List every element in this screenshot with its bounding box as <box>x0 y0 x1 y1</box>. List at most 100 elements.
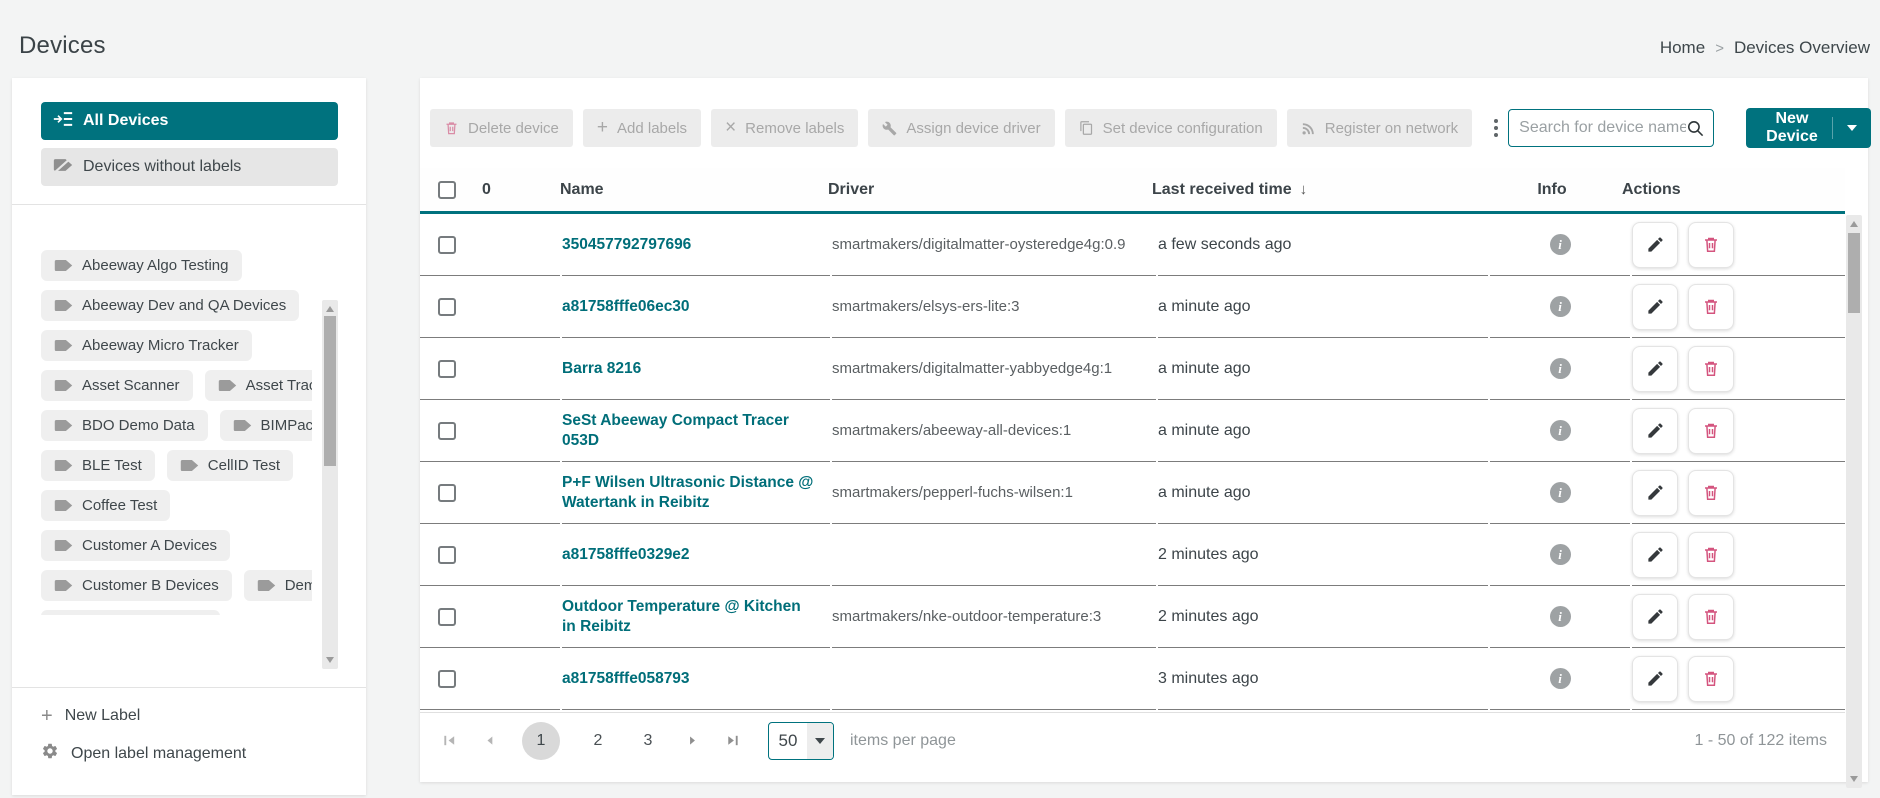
row-checkbox[interactable] <box>438 484 456 502</box>
delete-device-row-button[interactable] <box>1688 470 1734 516</box>
column-header-driver[interactable]: Driver <box>828 181 874 199</box>
info-icon[interactable]: i <box>1550 606 1571 627</box>
new-label-button[interactable]: + New Label <box>41 706 366 726</box>
delete-device-label: Delete device <box>468 120 559 137</box>
label-chip[interactable]: Abeeway Algo Testing <box>41 250 242 281</box>
label-chip[interactable]: Abeeway Dev and QA Devices <box>41 290 299 321</box>
edit-device-button[interactable] <box>1632 346 1678 392</box>
column-header-last-received[interactable]: Last received time <box>1152 181 1292 199</box>
delete-device-row-button[interactable] <box>1688 594 1734 640</box>
info-icon[interactable]: i <box>1550 234 1571 255</box>
label-chip[interactable]: Asset Scanner <box>41 370 193 401</box>
next-page-icon[interactable] <box>686 734 699 747</box>
device-search <box>1508 109 1714 147</box>
sidebar-item-devices-without-labels[interactable]: Devices without labels <box>41 148 338 186</box>
edit-device-button[interactable] <box>1632 656 1678 702</box>
delete-device-row-button[interactable] <box>1688 408 1734 454</box>
edit-device-button[interactable] <box>1632 284 1678 330</box>
label-chip[interactable]: Demo Kit <box>244 570 312 601</box>
page-button[interactable]: 2 <box>586 732 610 750</box>
new-device-dropdown[interactable] <box>1832 117 1871 139</box>
sidebar-scrollbar-thumb[interactable] <box>324 316 336 466</box>
delete-device-row-button[interactable] <box>1688 284 1734 330</box>
device-name-link[interactable]: SeSt Abeeway Compact Tracer 053D <box>562 411 830 451</box>
table-row: a81758fffe058793 3 minutes ago i <box>420 648 1845 710</box>
sort-descending-icon[interactable]: ↓ <box>1300 181 1308 198</box>
new-device-button[interactable]: New Device <box>1746 108 1871 148</box>
device-name-link[interactable]: Outdoor Temperature @ Kitchen in Reibitz <box>562 597 830 637</box>
edit-device-button[interactable] <box>1632 408 1678 454</box>
remove-labels-button[interactable]: × Remove labels <box>711 109 858 147</box>
row-checkbox[interactable] <box>438 546 456 564</box>
sidebar-item-all-devices[interactable]: All Devices <box>41 102 338 140</box>
table-scrollbar-thumb[interactable] <box>1848 233 1860 313</box>
previous-page-icon[interactable] <box>483 734 496 747</box>
search-input[interactable] <box>1519 119 1686 137</box>
register-on-network-button[interactable]: Register on network <box>1287 109 1472 147</box>
row-checkbox[interactable] <box>438 360 456 378</box>
delete-device-button[interactable]: Delete device <box>430 109 573 147</box>
device-name-link[interactable]: a81758fffe06ec30 <box>562 297 704 317</box>
page-button[interactable]: 3 <box>636 732 660 750</box>
label-list: Abeeway Algo Testing Abeeway Dev and QA … <box>41 228 312 615</box>
label-chip[interactable]: BDO Demo Data <box>41 410 208 441</box>
select-all-checkbox[interactable] <box>438 181 456 199</box>
page-size-select[interactable]: 50 <box>768 722 834 760</box>
breadcrumb-home[interactable]: Home <box>1660 38 1705 58</box>
scroll-down-icon[interactable] <box>326 657 334 663</box>
edit-device-button[interactable] <box>1632 222 1678 268</box>
device-name-link[interactable]: 350457792797696 <box>562 235 705 255</box>
info-icon[interactable]: i <box>1550 358 1571 379</box>
scroll-down-icon[interactable] <box>1850 776 1858 782</box>
edit-device-button[interactable] <box>1632 594 1678 640</box>
search-icon[interactable] <box>1686 119 1705 138</box>
assign-device-driver-button[interactable]: Assign device driver <box>868 109 1054 147</box>
label-chip[interactable]: BIMPact <box>220 410 312 441</box>
info-icon[interactable]: i <box>1550 296 1571 317</box>
delete-device-row-button[interactable] <box>1688 532 1734 578</box>
add-labels-button[interactable]: + Add labels <box>583 109 701 147</box>
first-page-icon[interactable] <box>442 733 457 748</box>
label-chip[interactable]: Device Automation <box>41 610 220 615</box>
scroll-up-icon[interactable] <box>326 306 334 312</box>
label-chip[interactable]: Customer B Devices <box>41 570 232 601</box>
delete-device-row-button[interactable] <box>1688 656 1734 702</box>
page-button-current[interactable]: 1 <box>522 722 560 760</box>
label-chip[interactable]: CellID Test <box>167 450 293 481</box>
row-checkbox[interactable] <box>438 298 456 316</box>
label-chip[interactable]: Asset Tracker <box>205 370 312 401</box>
device-name-link[interactable]: a81758fffe0329e2 <box>562 545 704 565</box>
table-scrollbar[interactable] <box>1846 215 1862 788</box>
more-actions-kebab-icon[interactable] <box>1494 109 1498 147</box>
info-icon[interactable]: i <box>1550 544 1571 565</box>
row-checkbox[interactable] <box>438 422 456 440</box>
device-name-link[interactable]: P+F Wilsen Ultrasonic Distance @ Waterta… <box>562 473 830 513</box>
info-icon[interactable]: i <box>1550 668 1571 689</box>
last-page-icon[interactable] <box>725 733 740 748</box>
last-received-time: a minute ago <box>1158 298 1251 316</box>
device-name-link[interactable]: Barra 8216 <box>562 359 655 379</box>
info-icon[interactable]: i <box>1550 482 1571 503</box>
breadcrumb-separator: > <box>1715 40 1724 57</box>
row-checkbox[interactable] <box>438 608 456 626</box>
set-device-configuration-button[interactable]: Set device configuration <box>1065 109 1277 147</box>
delete-device-row-button[interactable] <box>1688 346 1734 392</box>
scroll-up-icon[interactable] <box>1850 221 1858 227</box>
delete-device-row-button[interactable] <box>1688 222 1734 268</box>
column-header-name[interactable]: Name <box>560 181 604 199</box>
sidebar-scrollbar[interactable] <box>322 300 338 669</box>
label-chip[interactable]: Customer A Devices <box>41 530 230 561</box>
open-label-management-button[interactable]: Open label management <box>41 742 366 765</box>
label-chip[interactable]: Abeeway Micro Tracker <box>41 330 252 361</box>
device-name-link[interactable]: a81758fffe058793 <box>562 669 704 689</box>
row-checkbox[interactable] <box>438 670 456 688</box>
device-driver: smartmakers/pepperl-fuchs-wilsen:1 <box>832 484 1083 501</box>
wrench-icon <box>882 121 897 136</box>
label-chip[interactable]: Coffee Test <box>41 490 170 521</box>
row-checkbox[interactable] <box>438 236 456 254</box>
edit-device-button[interactable] <box>1632 470 1678 516</box>
last-received-time: a minute ago <box>1158 360 1251 378</box>
edit-device-button[interactable] <box>1632 532 1678 578</box>
label-chip[interactable]: BLE Test <box>41 450 155 481</box>
info-icon[interactable]: i <box>1550 420 1571 441</box>
